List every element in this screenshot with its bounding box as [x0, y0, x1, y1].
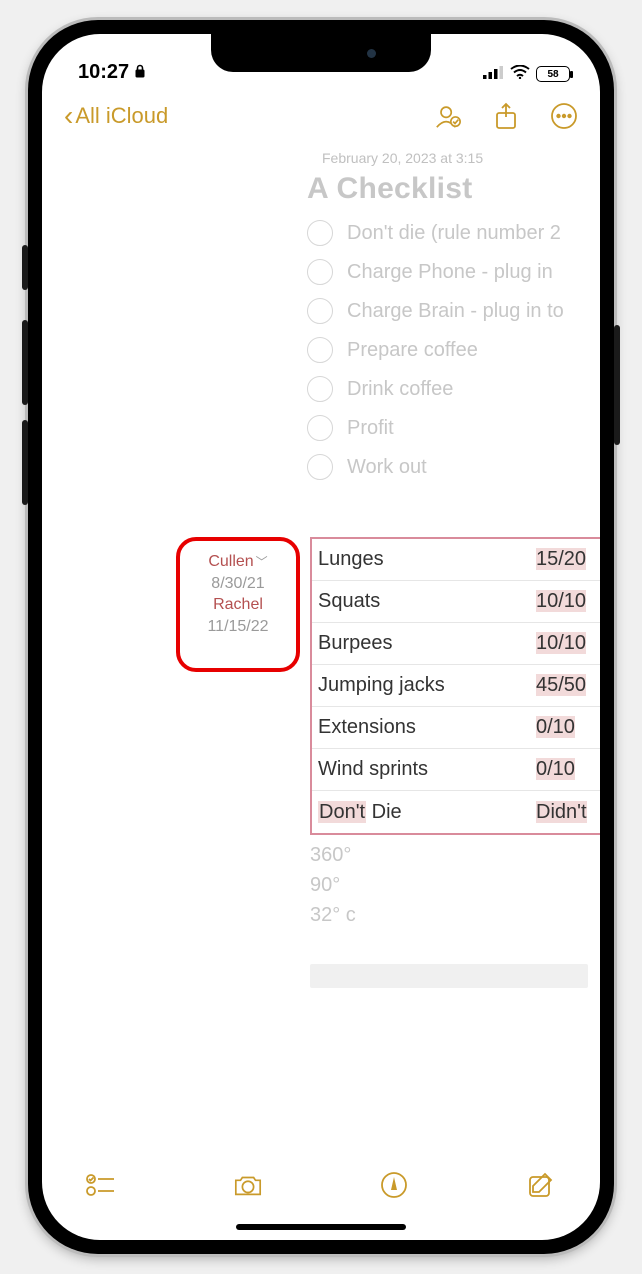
extra-line: 90° — [310, 870, 356, 900]
table-cell: Extensions — [312, 716, 534, 739]
battery-percent: 58 — [547, 69, 558, 80]
camera-button[interactable] — [233, 1170, 263, 1200]
list-item[interactable]: Charge Brain - plug in to — [307, 298, 600, 324]
markup-button[interactable] — [379, 1170, 409, 1200]
wifi-icon — [510, 64, 530, 84]
table-cell: Don't Die — [312, 801, 534, 824]
checkbox-icon[interactable] — [307, 454, 333, 480]
checklist-text: Prepare coffee — [347, 339, 478, 362]
table-row[interactable]: Burpees10/10 — [312, 623, 600, 665]
back-button[interactable]: ‹ All iCloud — [64, 100, 168, 132]
table-cell: Didn't — [534, 801, 600, 824]
list-item[interactable]: Profit — [307, 415, 600, 441]
note-timestamp: February 20, 2023 at 3:15 — [42, 150, 600, 166]
table-row[interactable]: Don't DieDidn't — [312, 791, 600, 833]
checklist-text: Profit — [347, 417, 394, 440]
collaborate-button[interactable] — [434, 102, 462, 130]
attachment-placeholder — [310, 964, 588, 988]
phone-frame: 10:27 58 ‹ All iCloud — [28, 20, 614, 1254]
attribution-author[interactable]: Rachel — [188, 594, 288, 616]
table-cell: 15/20 — [534, 548, 600, 571]
attribution-highlight: Cullen﹀ 8/30/21 Rachel 11/15/22 — [176, 537, 300, 672]
checkbox-icon[interactable] — [307, 220, 333, 246]
table-cell: Burpees — [312, 632, 534, 655]
attribution-date: 11/15/22 — [188, 616, 288, 638]
compose-button[interactable] — [526, 1170, 556, 1200]
side-button-vol-down — [22, 420, 28, 505]
table-cell: Wind sprints — [312, 758, 534, 781]
checkbox-icon[interactable] — [307, 415, 333, 441]
table-cell: Lunges — [312, 548, 534, 571]
side-button-power — [614, 325, 620, 445]
table-row[interactable]: Extensions0/10 — [312, 707, 600, 749]
more-button[interactable] — [550, 102, 578, 130]
list-item[interactable]: Charge Phone - plug in — [307, 259, 600, 285]
chevron-down-icon: ﹀ — [256, 554, 268, 570]
table-cell: 0/10 — [534, 716, 600, 739]
table-row[interactable]: Lunges15/20 — [312, 539, 600, 581]
extra-line: 32° c — [310, 900, 356, 930]
note-title: A Checklist — [307, 172, 600, 206]
checklist-text: Charge Phone - plug in — [347, 261, 553, 284]
checklist-text: Charge Brain - plug in to — [347, 300, 564, 323]
status-time: 10:27 — [78, 61, 129, 84]
attribution-author[interactable]: Cullen﹀ — [208, 551, 267, 573]
checklist-button[interactable] — [86, 1170, 116, 1200]
side-button-vol-up — [22, 320, 28, 405]
table-row[interactable]: Wind sprints0/10 — [312, 749, 600, 791]
note-content: A Checklist Don't die (rule number 2 Cha… — [42, 172, 600, 480]
share-button[interactable] — [492, 102, 520, 130]
chevron-left-icon: ‹ — [64, 100, 73, 132]
screen: 10:27 58 ‹ All iCloud — [42, 34, 600, 1240]
lock-icon — [134, 64, 146, 81]
list-item[interactable]: Prepare coffee — [307, 337, 600, 363]
list-item[interactable]: Don't die (rule number 2 — [307, 220, 600, 246]
extra-line: 360° — [310, 840, 356, 870]
table-row[interactable]: Jumping jacks45/50 — [312, 665, 600, 707]
table-cell: 45/50 — [534, 674, 600, 697]
home-indicator[interactable] — [236, 1224, 406, 1230]
checklist-text: Work out — [347, 456, 427, 479]
side-button-mute — [22, 245, 28, 290]
checklist-text: Drink coffee — [347, 378, 453, 401]
attribution-date: 8/30/21 — [188, 573, 288, 595]
table-cell: Jumping jacks — [312, 674, 534, 697]
list-item[interactable]: Drink coffee — [307, 376, 600, 402]
nav-bar: ‹ All iCloud — [42, 88, 600, 144]
extra-notes: 360° 90° 32° c — [310, 840, 356, 930]
bottom-toolbar — [42, 1156, 600, 1214]
cellular-icon — [482, 64, 504, 84]
table-cell: 10/10 — [534, 590, 600, 613]
list-item[interactable]: Work out — [307, 454, 600, 480]
checkbox-icon[interactable] — [307, 337, 333, 363]
checkbox-icon[interactable] — [307, 298, 333, 324]
table-cell: 10/10 — [534, 632, 600, 655]
table-row[interactable]: Squats10/10 — [312, 581, 600, 623]
table-cell: Squats — [312, 590, 534, 613]
battery-icon: 58 — [536, 66, 570, 82]
checkbox-icon[interactable] — [307, 376, 333, 402]
checkbox-icon[interactable] — [307, 259, 333, 285]
notch — [211, 34, 431, 72]
note-body[interactable]: February 20, 2023 at 3:15 A Checklist Do… — [42, 144, 600, 1150]
table-cell: 0/10 — [534, 758, 600, 781]
checklist-text: Don't die (rule number 2 — [347, 222, 561, 245]
back-label: All iCloud — [75, 103, 168, 129]
workout-table[interactable]: Lunges15/20 Squats10/10 Burpees10/10 Jum… — [310, 537, 600, 835]
